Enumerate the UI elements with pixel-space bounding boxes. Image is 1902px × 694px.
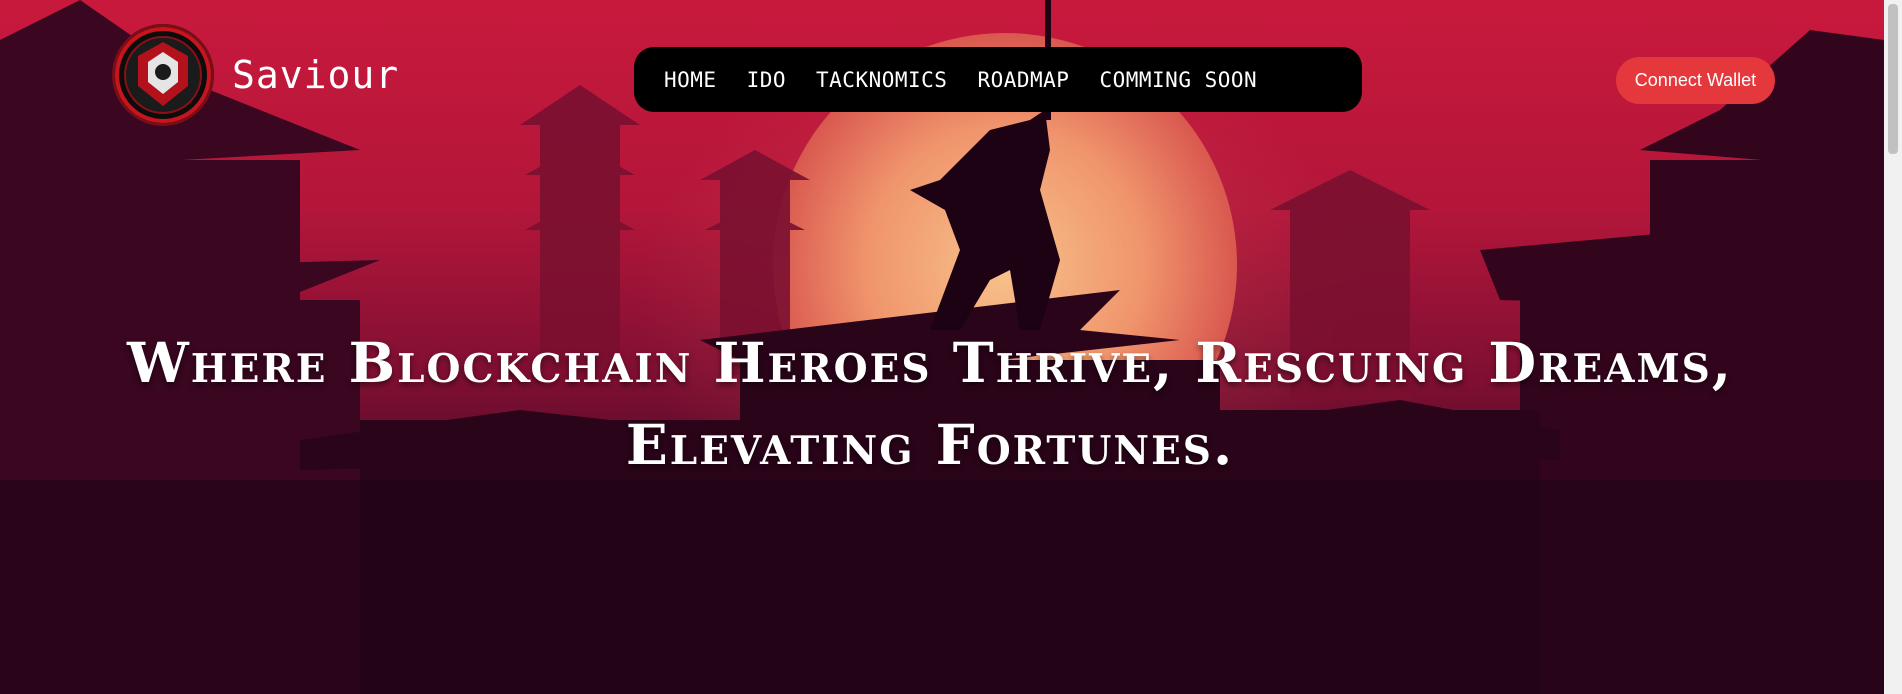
page: Saviour HOME IDO TACKNOMICS ROADMAP COMM… [0,0,1902,694]
hero-section: Where Blockchain Heroes Thrive, Rescuing… [100,322,1760,486]
connect-wallet-button[interactable]: Connect Wallet [1616,57,1775,104]
nav-item-tacknomics[interactable]: TACKNOMICS [816,68,947,92]
hero-title: Where Blockchain Heroes Thrive, Rescuing… [127,330,1733,477]
scrollbar-thumb[interactable] [1888,4,1898,154]
nav-item-roadmap[interactable]: ROADMAP [977,68,1069,92]
nav-item-ido[interactable]: IDO [747,68,786,92]
brand-logo[interactable]: Saviour [112,24,399,126]
nav-item-home[interactable]: HOME [664,68,717,92]
nav-item-comming-soon[interactable]: COMMING SOON [1099,68,1257,92]
main-nav: HOME IDO TACKNOMICS ROADMAP COMMING SOON [634,47,1362,112]
saviour-emblem-icon [112,24,214,126]
brand-name: Saviour [232,53,400,97]
scrollbar[interactable] [1884,0,1902,694]
